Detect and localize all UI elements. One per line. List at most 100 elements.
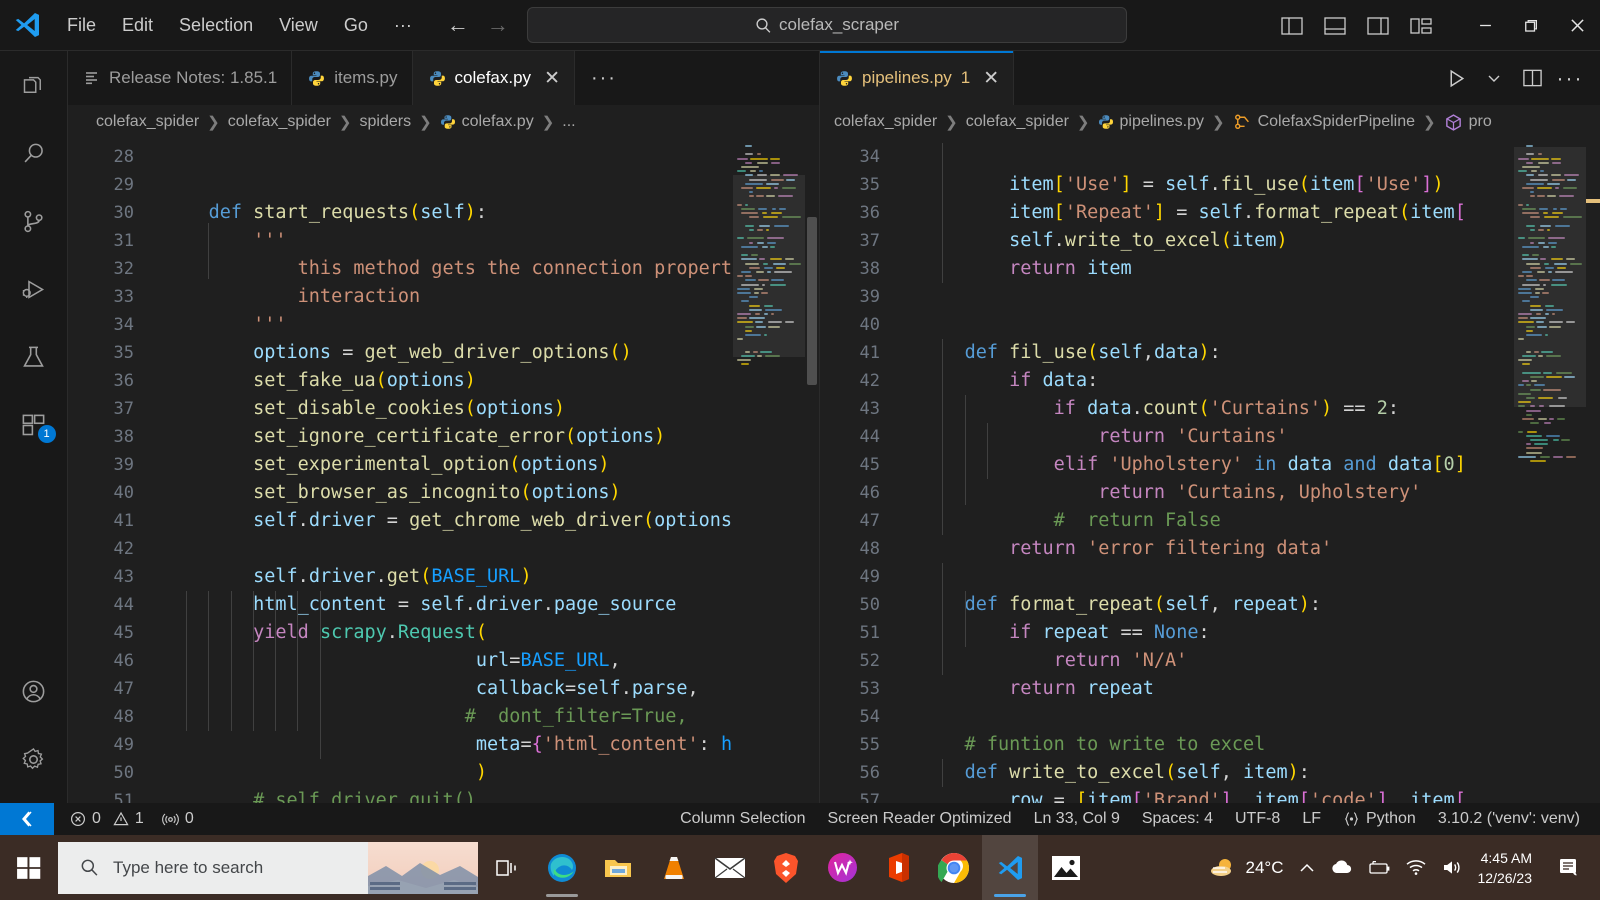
code-line[interactable]: item['Use'] = self.fil_use(item['Use']) — [920, 171, 1443, 199]
ellipsis-icon[interactable]: ··· — [1556, 64, 1584, 92]
ports-status[interactable]: 0 — [161, 810, 194, 828]
code-line[interactable]: yield scrapy.Request( — [164, 619, 487, 647]
code-line[interactable]: # return False — [920, 507, 1221, 535]
toggle-panel-icon[interactable] — [1324, 16, 1346, 36]
breadcrumb-item[interactable]: pro — [1469, 113, 1492, 131]
code-line[interactable]: set_experimental_option(options) — [164, 451, 609, 479]
breadcrumb-item[interactable]: colefax.py — [462, 113, 534, 131]
task-view-icon[interactable] — [478, 835, 534, 900]
cloud-icon[interactable] — [1330, 859, 1353, 876]
code-line[interactable]: def format_repeat(self, repeat): — [920, 591, 1321, 619]
breadcrumb-item[interactable]: spiders — [360, 113, 412, 131]
taskbar-app-brave[interactable] — [758, 835, 814, 900]
status-column-selection[interactable]: Column Selection — [680, 810, 805, 828]
code-line[interactable]: # dont_filter=True, — [164, 703, 688, 731]
menu-go[interactable]: Go — [331, 11, 381, 40]
code-line[interactable]: set_ignore_certificate_error(options) — [164, 423, 665, 451]
code-line[interactable]: html_content = self.driver.page_source — [164, 591, 676, 619]
code-line[interactable]: interaction — [164, 283, 421, 311]
code-line[interactable]: ) — [164, 759, 487, 787]
code-line[interactable]: # self.driver.quit() — [164, 787, 476, 803]
code-editor-right[interactable]: 34 35 item['Use'] = self.fil_use(item['Us… — [820, 139, 1600, 803]
code-line[interactable]: set_disable_cookies(options) — [164, 395, 565, 423]
notifications-icon[interactable] — [1546, 835, 1592, 900]
taskbar-app-microsoft-edge[interactable] — [534, 835, 590, 900]
breadcrumb-item[interactable]: colefax_spider — [96, 113, 199, 131]
taskbar-app-file-explorer[interactable] — [590, 835, 646, 900]
breadcrumb-item[interactable]: colefax_spider — [834, 113, 937, 131]
wifi-icon[interactable] — [1405, 859, 1427, 876]
chevron-down-icon[interactable] — [1480, 64, 1508, 92]
code-line[interactable]: row = [item['Brand'], item['code'], item… — [920, 787, 1466, 803]
sidebar-item-testing[interactable] — [0, 323, 68, 391]
taskbar-clock[interactable]: 4:45 AM 12/26/23 — [1478, 848, 1533, 888]
status-language-mode[interactable]: Python — [1343, 810, 1416, 828]
code-line[interactable]: set_fake_ua(options) — [164, 367, 476, 395]
code-line[interactable]: if data: — [920, 367, 1098, 395]
code-line[interactable]: self.write_to_excel(item) — [920, 227, 1287, 255]
arrow-left-icon[interactable]: ← — [447, 14, 469, 36]
code-line[interactable]: set_browser_as_incognito(options) — [164, 479, 621, 507]
sidebar-item-run-and-debug[interactable] — [0, 255, 68, 323]
code-line[interactable]: item['Repeat'] = self.format_repeat(item… — [920, 199, 1466, 227]
minimap-slider[interactable] — [1514, 147, 1586, 407]
taskbar-app-wps-office[interactable] — [814, 835, 870, 900]
code-line[interactable]: options = get_web_driver_options() — [164, 339, 632, 367]
command-center[interactable]: colefax_scraper — [527, 7, 1127, 43]
battery-icon[interactable] — [1367, 860, 1391, 876]
sidebar-item-search[interactable] — [0, 119, 68, 187]
code-line[interactable]: return 'Curtains, Upholstery' — [920, 479, 1421, 507]
arrow-right-icon[interactable]: → — [487, 14, 509, 36]
tab-release-notes[interactable]: Release Notes: 1.85.1 — [68, 51, 293, 105]
tab-colefax-py[interactable]: colefax.py ✕ — [412, 51, 575, 105]
code-line[interactable]: self.driver.get(BASE_URL) — [164, 563, 531, 591]
tab-pipelines-py[interactable]: pipelines.py 1 ✕ — [820, 51, 1015, 105]
taskbar-app-google-chrome[interactable] — [926, 835, 982, 900]
code-line[interactable]: url=BASE_URL, — [164, 647, 621, 675]
close-button[interactable] — [1554, 0, 1600, 51]
taskbar-app-visual-studio-code[interactable] — [982, 835, 1038, 900]
code-line[interactable]: this method gets the connection properti… — [164, 255, 766, 283]
taskbar-app-vlc[interactable] — [646, 835, 702, 900]
minimap-left[interactable] — [733, 139, 805, 803]
toggle-secondary-sidebar-icon[interactable] — [1367, 16, 1389, 36]
remote-window-button[interactable] — [0, 803, 54, 835]
code-line[interactable]: callback=self.parse, — [164, 675, 699, 703]
sidebar-item-accounts[interactable] — [0, 657, 68, 725]
tab-items-py[interactable]: items.py — [292, 51, 413, 105]
code-line[interactable]: ''' — [164, 227, 286, 255]
restore-button[interactable] — [1508, 0, 1554, 51]
menu-view[interactable]: View — [266, 11, 331, 40]
breadcrumb-item[interactable]: colefax_spider — [228, 113, 331, 131]
minimize-button[interactable] — [1462, 0, 1508, 51]
menu-file[interactable]: File — [54, 11, 109, 40]
status-eol[interactable]: LF — [1302, 810, 1321, 828]
minimap-right[interactable] — [1514, 139, 1586, 803]
split-editor-icon[interactable] — [1518, 64, 1546, 92]
close-icon[interactable]: ✕ — [544, 69, 560, 88]
code-line[interactable]: return 'N/A' — [920, 647, 1188, 675]
weather-widget[interactable]: 24°C — [1208, 855, 1284, 881]
status-screen-reader[interactable]: Screen Reader Optimized — [827, 810, 1011, 828]
problems-status[interactable]: 0 1 — [70, 810, 144, 828]
menu-more[interactable]: ··· — [381, 11, 425, 40]
status-python-interpreter[interactable]: 3.10.2 ('venv': venv) — [1438, 810, 1580, 828]
minimap-slider[interactable] — [733, 175, 805, 357]
code-line[interactable]: def write_to_excel(self, item): — [920, 759, 1310, 787]
status-encoding[interactable]: UTF-8 — [1235, 810, 1280, 828]
sidebar-item-manage[interactable] — [0, 725, 68, 793]
code-line[interactable]: return 'Curtains' — [920, 423, 1287, 451]
breadcrumb-item[interactable]: pipelines.py — [1120, 113, 1205, 131]
play-icon[interactable] — [1442, 64, 1470, 92]
taskbar-app-microsoft-office[interactable] — [870, 835, 926, 900]
breadcrumb-item[interactable]: ... — [562, 113, 575, 131]
taskbar-search-input[interactable]: Type here to search — [58, 841, 478, 894]
toggle-primary-sidebar-icon[interactable] — [1281, 16, 1303, 36]
code-line[interactable]: elif 'Upholstery' in data and data[0] — [920, 451, 1466, 479]
menu-edit[interactable]: Edit — [109, 11, 166, 40]
code-line[interactable]: if data.count('Curtains') == 2: — [920, 395, 1399, 423]
breadcrumb-item[interactable]: ColefaxSpiderPipeline — [1258, 113, 1415, 131]
sidebar-item-explorer[interactable] — [0, 51, 68, 119]
customize-layout-icon[interactable] — [1410, 16, 1432, 36]
code-line[interactable]: # funtion to write to excel — [920, 731, 1266, 759]
